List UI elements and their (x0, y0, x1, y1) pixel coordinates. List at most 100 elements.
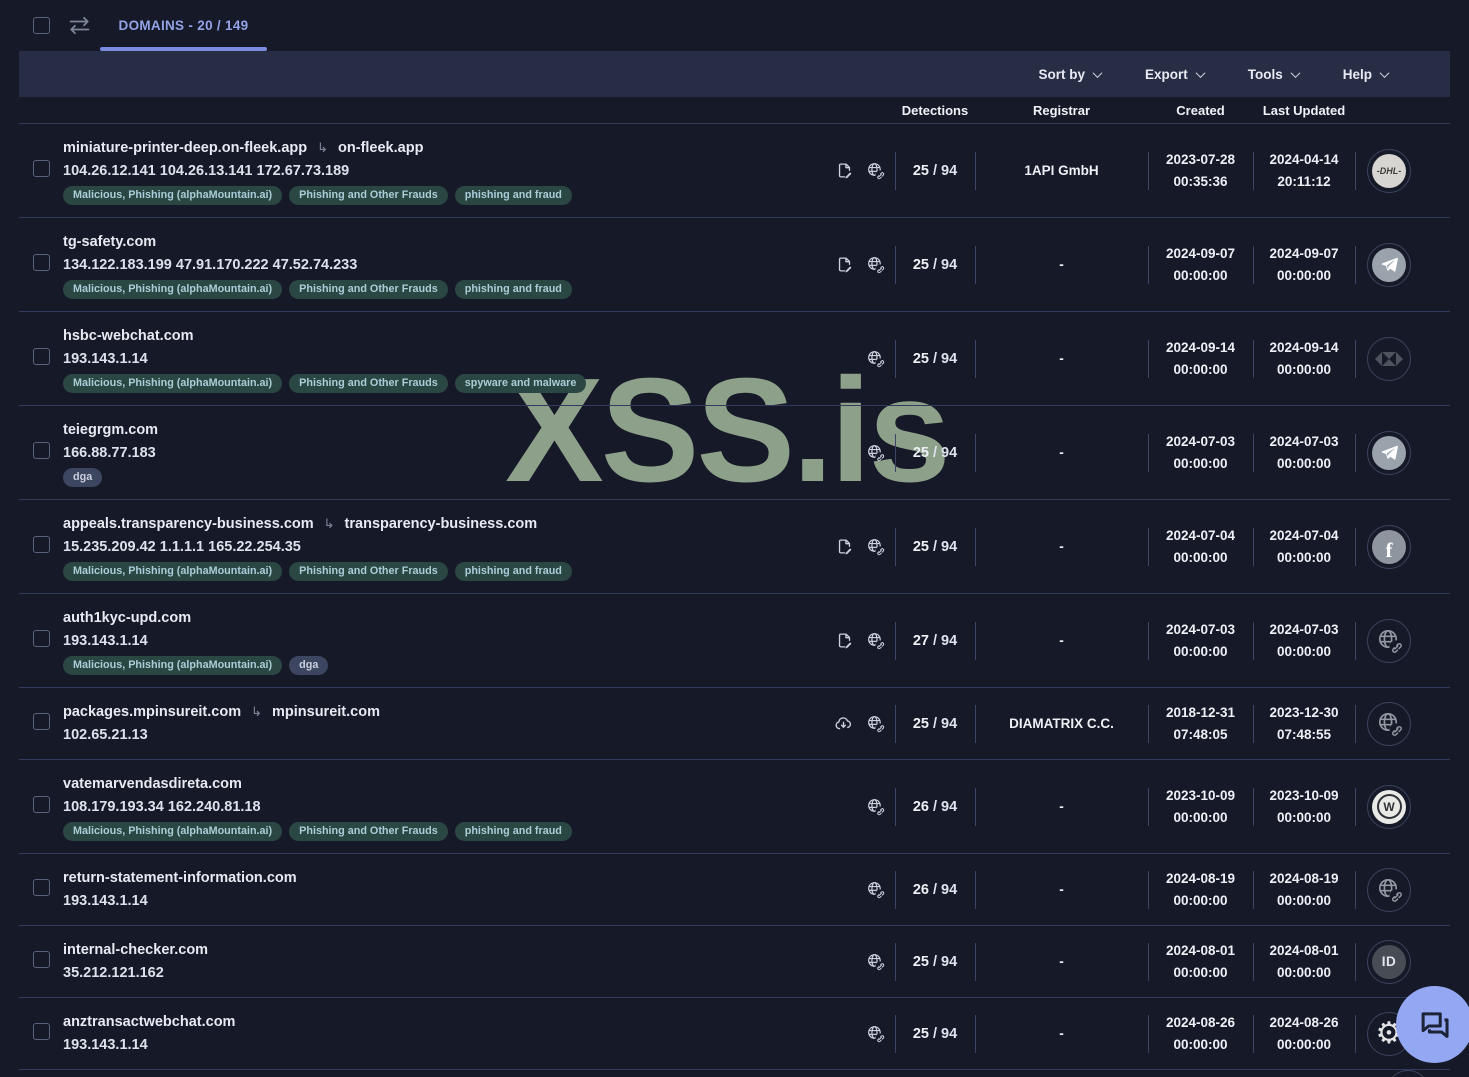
tag-phishing-and-fraud[interactable]: phishing and fraud (454, 822, 572, 841)
registrar-value: - (975, 938, 1148, 985)
row-checkbox[interactable] (33, 950, 50, 968)
domain-link[interactable]: hsbc-webchat.com (63, 328, 194, 344)
tag-phishing-and-other-frauds[interactable]: Phishing and Other Frauds (289, 186, 448, 205)
cloud-download-icon[interactable] (834, 714, 853, 733)
tag-phishing-and-other-frauds[interactable]: Phishing and Other Frauds (289, 562, 448, 581)
tag-phishing-and-fraud[interactable]: phishing and fraud (454, 186, 572, 205)
ip-addresses: 166.88.77.183 (63, 445, 156, 461)
globe-link-icon[interactable] (866, 880, 885, 899)
detections-value: 25 / 94 (895, 700, 975, 747)
tab-domains[interactable]: DOMAINS - 20 / 149 (100, 0, 267, 51)
detections-value: 26 / 94 (895, 772, 975, 841)
domain-line: anztransactwebchat.com (63, 1010, 810, 1034)
tag-phishing-and-fraud[interactable]: phishing and fraud (454, 562, 572, 581)
favicon-facebook[interactable]: f (1367, 524, 1411, 569)
domain-link[interactable]: anztransactwebchat.com (63, 1014, 235, 1030)
registrar-value: - (975, 418, 1148, 487)
tag-list: Malicious, Phishing (alphaMountain.ai) Ph… (63, 374, 810, 393)
globe-link-icon[interactable] (866, 714, 885, 733)
file-edit-icon[interactable] (836, 162, 853, 179)
tag-dga[interactable]: dga (289, 656, 329, 675)
column-created: Created (1176, 102, 1225, 118)
created-value: 2024-08-19 00:00:00 (1148, 866, 1253, 913)
sort-by-menu[interactable]: Sort by (1038, 66, 1103, 82)
favicon-telegram[interactable] (1367, 430, 1411, 475)
registrar-value: - (975, 512, 1148, 581)
domain-link[interactable]: packages.mpinsureit.com (63, 704, 241, 720)
tag-dga[interactable]: dga (63, 468, 103, 487)
domain-link[interactable]: vatemarvendasdireta.com (63, 776, 242, 792)
row-checkbox[interactable] (33, 795, 50, 813)
globe-link-icon[interactable] (866, 952, 885, 971)
globe-link-icon[interactable] (866, 537, 885, 556)
globe-link-icon[interactable] (866, 161, 885, 180)
row-checkbox[interactable] (33, 159, 50, 177)
domain-link[interactable]: internal-checker.com (63, 942, 208, 958)
domain-link[interactable]: miniature-printer-deep.on-fleek.app (63, 140, 307, 156)
domain-cell: appeals.transparency-business.com ↳ transp… (63, 512, 810, 581)
domain-link[interactable]: tg-safety.com (63, 234, 156, 250)
parent-domain-link[interactable]: transparency-business.com (345, 516, 538, 532)
registrar-value: 1API GmbH (975, 136, 1148, 205)
file-edit-icon[interactable] (836, 632, 853, 649)
tag-malicious-phishing-alphamountain-ai[interactable]: Malicious, Phishing (alphaMountain.ai) (63, 656, 283, 675)
row-action-icons (810, 230, 895, 299)
favicon-id-badge[interactable]: ID (1367, 939, 1411, 984)
tag-phishing-and-fraud[interactable]: phishing and fraud (454, 280, 572, 299)
row-checkbox[interactable] (33, 712, 50, 730)
file-edit-icon[interactable] (836, 538, 853, 555)
file-edit-icon[interactable] (836, 256, 853, 273)
sort-by-label: Sort by (1038, 66, 1085, 82)
domain-link[interactable]: auth1kyc-upd.com (63, 610, 191, 626)
tag-phishing-and-other-frauds[interactable]: Phishing and Other Frauds (289, 374, 448, 393)
tag-spyware-and-malware[interactable]: spyware and malware (454, 374, 587, 393)
favicon-globe-link[interactable] (1367, 867, 1411, 912)
globe-link-icon[interactable] (866, 255, 885, 274)
row-action-icons (810, 512, 895, 581)
created-value: 2024-08-26 00:00:00 (1148, 1010, 1253, 1057)
row-checkbox[interactable] (33, 347, 50, 365)
domain-link[interactable]: return-statement-information.com (63, 870, 297, 886)
favicon-globe-link[interactable] (1367, 701, 1411, 746)
tools-menu[interactable]: Tools (1248, 67, 1301, 82)
registrar-value: - (975, 324, 1148, 393)
favicon-wordpress[interactable]: W (1367, 784, 1411, 829)
favicon-globe-link[interactable] (1367, 618, 1411, 663)
chevron-down-icon (1195, 67, 1206, 78)
tag-malicious-phishing-alphamountain-ai[interactable]: Malicious, Phishing (alphaMountain.ai) (63, 822, 283, 841)
row-checkbox[interactable] (33, 441, 50, 459)
created-value: 2024-08-01 00:00:00 (1148, 938, 1253, 985)
globe-link-icon[interactable] (866, 443, 885, 462)
globe-link-icon[interactable] (866, 1024, 885, 1043)
domain-cell: hsbc-webchat.com 193.143.1.14 Malicious, P… (63, 324, 810, 393)
tag-phishing-and-other-frauds[interactable]: Phishing and Other Frauds (289, 822, 448, 841)
help-menu[interactable]: Help (1343, 67, 1390, 82)
tag-malicious-phishing-alphamountain-ai[interactable]: Malicious, Phishing (alphaMountain.ai) (63, 374, 283, 393)
globe-link-icon[interactable] (866, 631, 885, 650)
tag-malicious-phishing-alphamountain-ai[interactable]: Malicious, Phishing (alphaMountain.ai) (63, 280, 283, 299)
row-checkbox[interactable] (33, 253, 50, 271)
row-checkbox[interactable] (33, 629, 50, 647)
parent-domain-link[interactable]: mpinsureit.com (272, 704, 380, 720)
tag-malicious-phishing-alphamountain-ai[interactable]: Malicious, Phishing (alphaMountain.ai) (63, 562, 283, 581)
globe-link-icon[interactable] (866, 349, 885, 368)
row-checkbox[interactable] (33, 878, 50, 896)
favicon-cell (1355, 418, 1450, 487)
globe-link-icon[interactable] (866, 797, 885, 816)
favicon-telegram[interactable] (1367, 242, 1411, 287)
chat-button[interactable] (1396, 986, 1469, 1063)
swap-arrows-icon[interactable] (67, 16, 92, 35)
domain-link[interactable]: appeals.transparency-business.com (63, 516, 314, 532)
favicon-dhl[interactable]: -DHL- (1367, 148, 1411, 193)
tag-malicious-phishing-alphamountain-ai[interactable]: Malicious, Phishing (alphaMountain.ai) (63, 186, 283, 205)
select-all-checkbox[interactable] (33, 17, 50, 34)
favicon-hsbc[interactable] (1367, 336, 1411, 381)
created-value: 2018-12-31 07:48:05 (1148, 700, 1253, 747)
export-menu[interactable]: Export (1145, 67, 1206, 82)
tag-phishing-and-other-frauds[interactable]: Phishing and Other Frauds (289, 280, 448, 299)
row-checkbox[interactable] (33, 535, 50, 553)
parent-domain-link[interactable]: on-fleek.app (338, 140, 423, 156)
row-action-icons (810, 418, 895, 487)
domain-link[interactable]: teiegrgm.com (63, 422, 158, 438)
row-checkbox[interactable] (33, 1022, 50, 1040)
